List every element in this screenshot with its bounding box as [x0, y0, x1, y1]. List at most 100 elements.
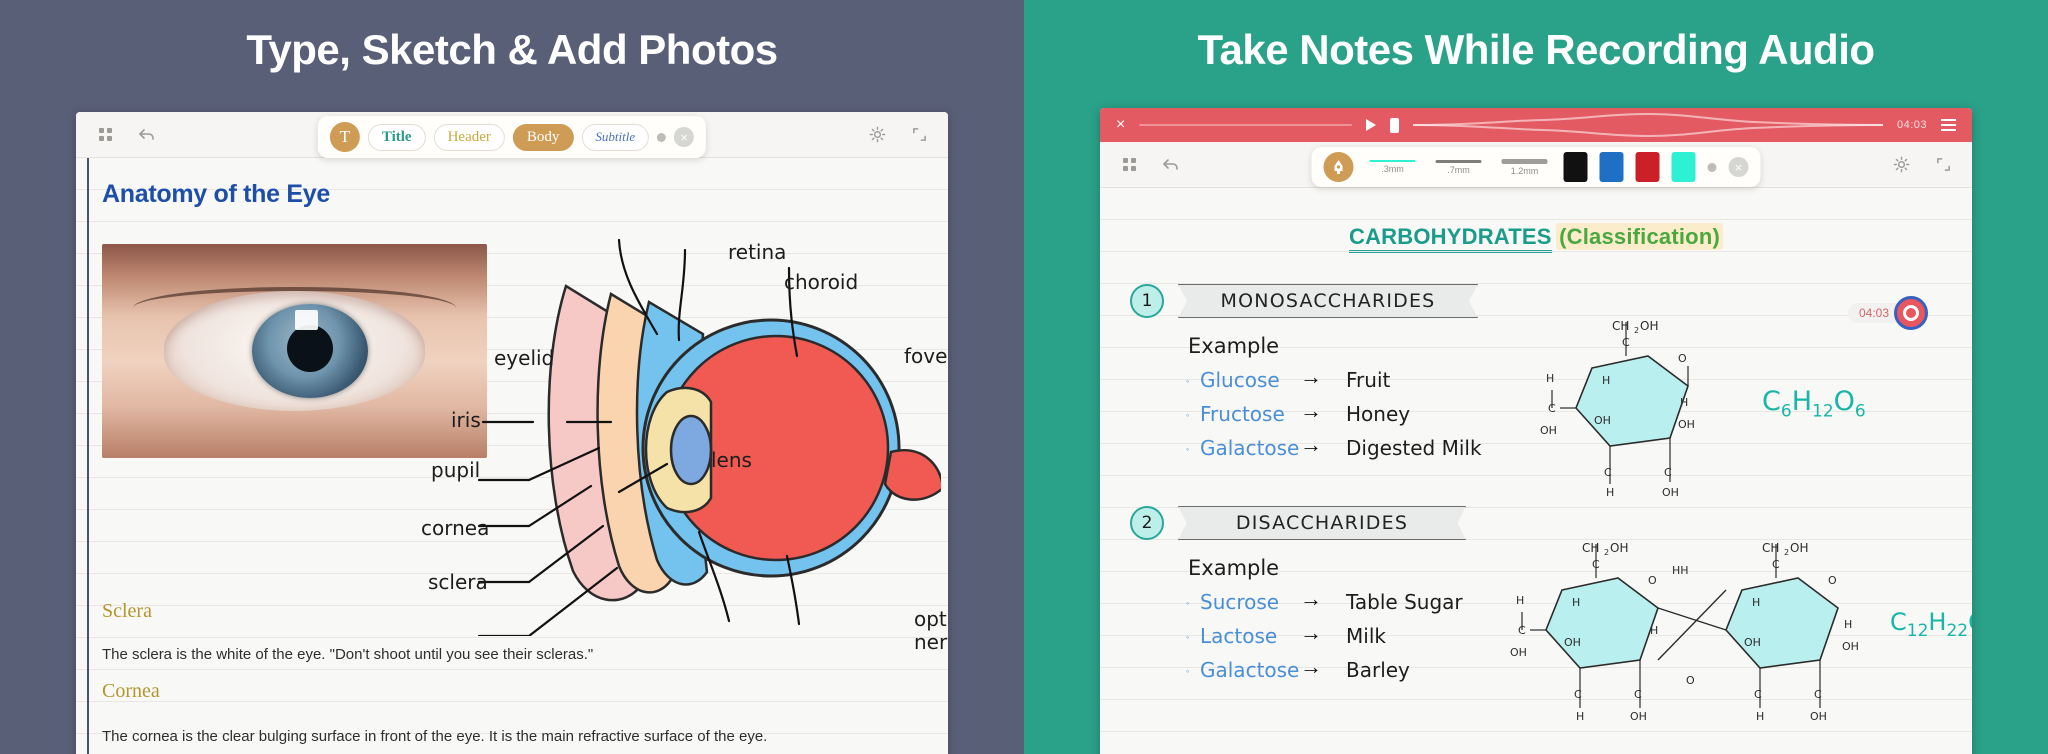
record-marker-icon[interactable]	[1894, 296, 1928, 330]
thickness-option-2[interactable]: 1.2mm	[1498, 158, 1552, 176]
row-term-galactose: Galactose	[1200, 436, 1300, 460]
row-value-barley: Barley	[1346, 658, 1410, 682]
formula-sucrose: C12H22O11	[1890, 608, 1972, 641]
play-icon[interactable]	[1365, 119, 1376, 131]
expand-icon[interactable]	[906, 122, 932, 148]
svg-text:H: H	[1602, 374, 1610, 387]
svg-text:2: 2	[1634, 326, 1639, 335]
section-number-2: 2	[1130, 506, 1164, 540]
svg-text:C: C	[1592, 558, 1600, 571]
document-page: Anatomy of the Eye retina choroid fove e…	[76, 158, 948, 754]
bullet-icon: ◦	[1186, 410, 1190, 420]
undo-icon[interactable]	[1158, 152, 1184, 178]
audio-seek-slider[interactable]	[1139, 124, 1352, 126]
svg-text:OH: OH	[1810, 710, 1827, 723]
style-chip-header[interactable]: Header	[433, 123, 505, 151]
color-swatch-red[interactable]	[1635, 152, 1660, 182]
svg-text:C: C	[1814, 688, 1822, 701]
expand-icon[interactable]	[1930, 152, 1956, 178]
svg-text:C: C	[1548, 402, 1556, 415]
row-value-table-sugar: Table Sugar	[1346, 590, 1463, 614]
note-title-sub: (Classification)	[1556, 223, 1723, 250]
list-icon[interactable]	[1941, 119, 1956, 131]
thickness-label: .3mm	[1381, 164, 1404, 174]
svg-text:C: C	[1772, 558, 1780, 571]
diagram-label-eyelid: eyelid	[494, 346, 555, 370]
bullet-icon: ◦	[1186, 376, 1190, 386]
style-chip-subtitle[interactable]: Subtitle	[581, 123, 650, 151]
stop-icon[interactable]	[1389, 117, 1399, 133]
fountain-pen-icon[interactable]	[1323, 152, 1354, 182]
thickness-option-0[interactable]: .3mm	[1366, 160, 1420, 174]
example-label-1: Example	[1188, 334, 1280, 358]
more-styles-dot-icon[interactable]	[657, 132, 667, 142]
text-style-picker: T Title Header Body Subtitle ×	[317, 116, 707, 158]
audio-recording-bar: × 04:03	[1100, 108, 1972, 142]
row-value-honey: Honey	[1346, 402, 1411, 426]
svg-text:H: H	[1756, 710, 1764, 723]
svg-text:O: O	[1678, 352, 1687, 365]
svg-text:C: C	[1634, 688, 1642, 701]
text-style-avatar[interactable]: T	[329, 122, 360, 152]
svg-text:H: H	[1606, 486, 1614, 499]
svg-text:OH: OH	[1662, 486, 1679, 499]
row-arrow: →	[1300, 654, 1322, 679]
grid-icon[interactable]	[92, 122, 118, 148]
row-arrow: →	[1300, 620, 1322, 645]
color-swatch-blue[interactable]	[1599, 152, 1624, 182]
close-icon[interactable]: ×	[1728, 157, 1749, 177]
notes-app-window-right: × 04:03 .3mm .7mm 1.2mm × CARBOHYDRATES …	[1100, 108, 1972, 754]
bullet-icon: ◦	[1186, 666, 1190, 676]
thickness-option-1[interactable]: .7mm	[1432, 159, 1486, 175]
svg-text:H: H	[1680, 396, 1688, 409]
gear-icon[interactable]	[1888, 152, 1914, 178]
row-arrow: →	[1300, 432, 1322, 457]
close-icon[interactable]: ×	[674, 127, 695, 147]
svg-text:O: O	[1686, 674, 1695, 687]
right-panel-headline: Take Notes While Recording Audio	[1197, 26, 1875, 73]
close-audio-icon[interactable]: ×	[1116, 117, 1125, 133]
glucose-structure-diagram: CH 2 OH C O HCOH HOH HOH CH COH	[1540, 319, 1695, 499]
color-swatch-cyan[interactable]	[1671, 152, 1696, 182]
thickness-label: 1.2mm	[1510, 165, 1539, 176]
example-label-2: Example	[1188, 556, 1280, 580]
svg-text:H: H	[1572, 596, 1580, 609]
row-term-galactose-2: Galactose	[1200, 658, 1300, 682]
audio-elapsed-time: 04:03	[1896, 119, 1927, 131]
diagram-label-fovea: fovea	[904, 344, 948, 368]
row-value-milk: Milk	[1346, 624, 1386, 648]
row-term-glucose: Glucose	[1200, 368, 1280, 392]
bullet-icon: ◦	[1186, 598, 1190, 608]
diagram-label-pupil: pupil	[431, 458, 481, 482]
undo-icon[interactable]	[134, 122, 160, 148]
section-body-sclera: The sclera is the white of the eye. "Don…	[102, 646, 594, 663]
recording-badge[interactable]: 04:03	[1847, 296, 1928, 330]
diagram-label-cornea: cornea	[421, 516, 490, 540]
grid-icon[interactable]	[1116, 152, 1142, 178]
svg-text:OH: OH	[1564, 636, 1581, 649]
svg-text:C: C	[1518, 624, 1526, 637]
color-swatch-black[interactable]	[1563, 152, 1588, 182]
page-margin-rule	[87, 158, 89, 754]
row-term-sucrose: Sucrose	[1200, 590, 1280, 614]
right-promo-panel: Take Notes While Recording Audio × 04:03	[1024, 0, 2048, 754]
bullet-icon: ◦	[1186, 632, 1190, 642]
document-heading: Anatomy of the Eye	[102, 180, 330, 208]
pen-toolbar: .3mm .7mm 1.2mm ×	[1100, 142, 1972, 188]
note-title: CARBOHYDRATES (Classification)	[1100, 223, 1972, 253]
row-arrow: →	[1300, 398, 1322, 423]
pen-style-picker: .3mm .7mm 1.2mm ×	[1311, 147, 1761, 187]
diagram-label-iris: iris	[451, 408, 481, 432]
svg-text:OH: OH	[1540, 424, 1557, 437]
style-chip-body[interactable]: Body	[512, 123, 574, 151]
svg-text:HH: HH	[1672, 564, 1689, 577]
more-colors-dot-icon[interactable]	[1707, 162, 1717, 172]
style-chip-title[interactable]: Title	[367, 123, 426, 151]
row-value-digested-milk: Digested Milk	[1346, 436, 1482, 460]
section-heading-sclera: Sclera	[102, 600, 152, 622]
note-page: CARBOHYDRATES (Classification) 04:03 1 M…	[1100, 188, 1972, 754]
svg-text:OH: OH	[1510, 646, 1527, 659]
gear-icon[interactable]	[864, 122, 890, 148]
row-term-lactose: Lactose	[1200, 624, 1278, 648]
left-panel-headline: Type, Sketch & Add Photos	[246, 26, 778, 73]
